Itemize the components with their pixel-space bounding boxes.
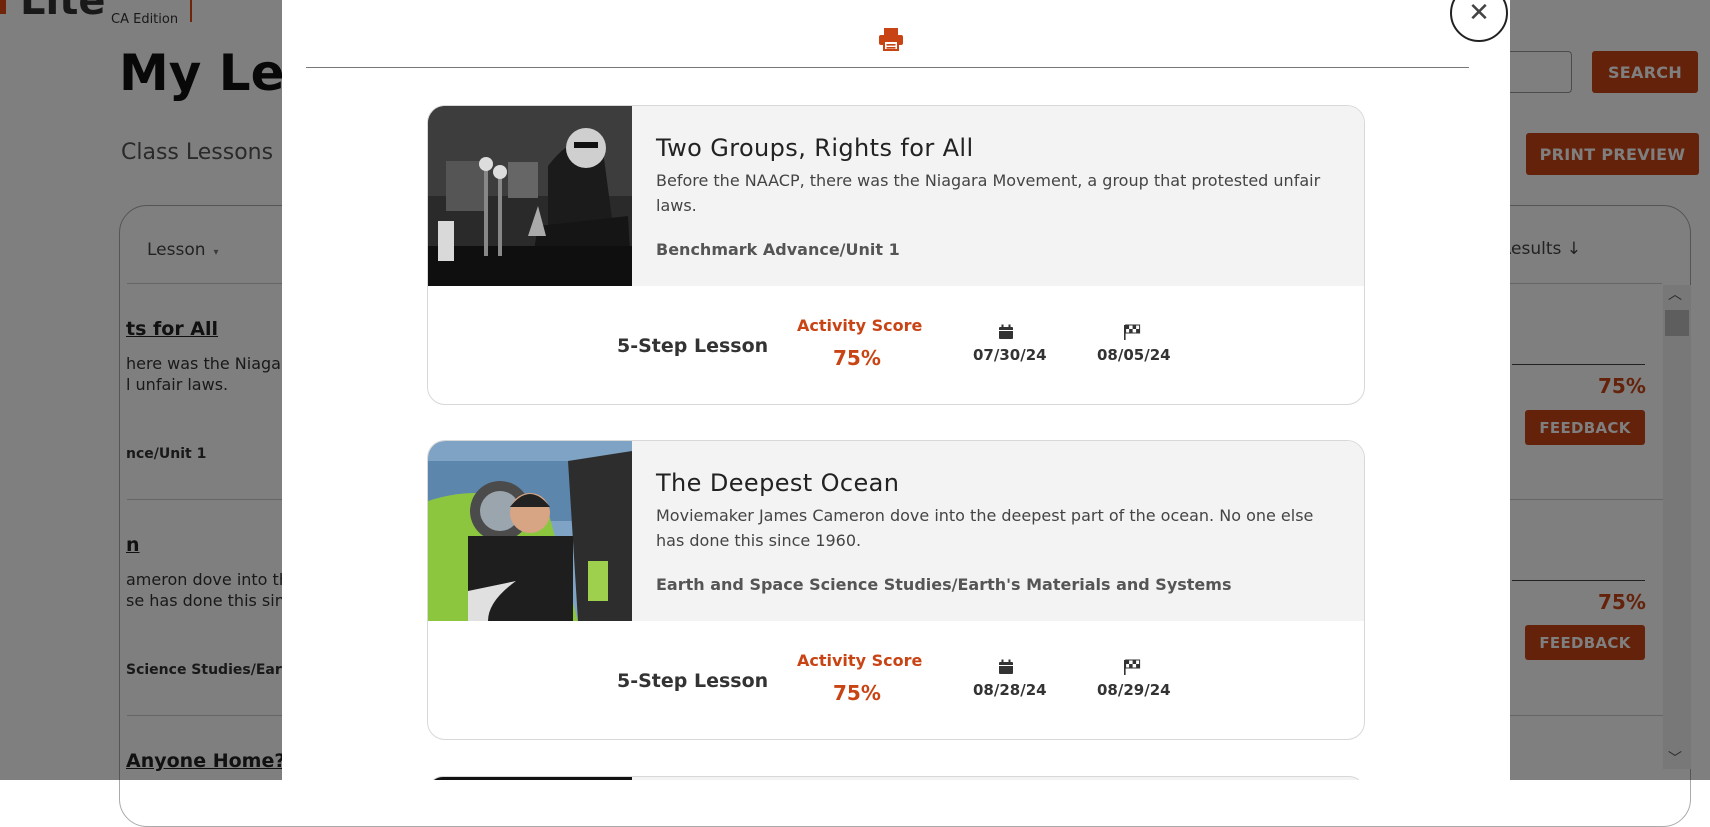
checkered-flag-icon xyxy=(1124,324,1141,340)
print-preview-modal: Two Groups, Rights for All Before the NA… xyxy=(282,0,1510,780)
checkered-flag-icon xyxy=(1124,659,1141,675)
assigned-date: 07/30/24 xyxy=(973,346,1047,364)
calendar-icon xyxy=(999,659,1013,674)
activity-score-value: 75% xyxy=(833,346,881,370)
lesson-title: Two Groups, Rights for All xyxy=(656,134,974,162)
print-icon[interactable] xyxy=(878,27,904,51)
lesson-unit: Earth and Space Science Studies/Earth's … xyxy=(656,575,1232,594)
modal-divider xyxy=(306,67,1469,68)
lesson-unit: Benchmark Advance/Unit 1 xyxy=(656,240,900,259)
lesson-card: Two Groups, Rights for All Before the NA… xyxy=(427,105,1365,405)
due-date: 08/29/24 xyxy=(1097,681,1171,699)
activity-score-value: 75% xyxy=(833,681,881,705)
lesson-title: The Deepest Ocean xyxy=(656,469,900,497)
lesson-card: The Deepest Ocean Moviemaker James Camer… xyxy=(427,440,1365,740)
lesson-image xyxy=(428,441,632,621)
due-date: 08/05/24 xyxy=(1097,346,1171,364)
assigned-date: 08/28/24 xyxy=(973,681,1047,699)
activity-score-label: Activity Score xyxy=(797,316,923,335)
lesson-type: 5-Step Lesson xyxy=(617,335,769,357)
lesson-description: Moviemaker James Cameron dove into the d… xyxy=(656,506,1314,550)
activity-score-label: Activity Score xyxy=(797,651,923,670)
calendar-icon xyxy=(999,324,1013,339)
lesson-type: 5-Step Lesson xyxy=(617,670,769,692)
lesson-image xyxy=(428,106,632,286)
lesson-description: Before the NAACP, there was the Niagara … xyxy=(656,171,1321,215)
lesson-card xyxy=(427,776,1365,780)
